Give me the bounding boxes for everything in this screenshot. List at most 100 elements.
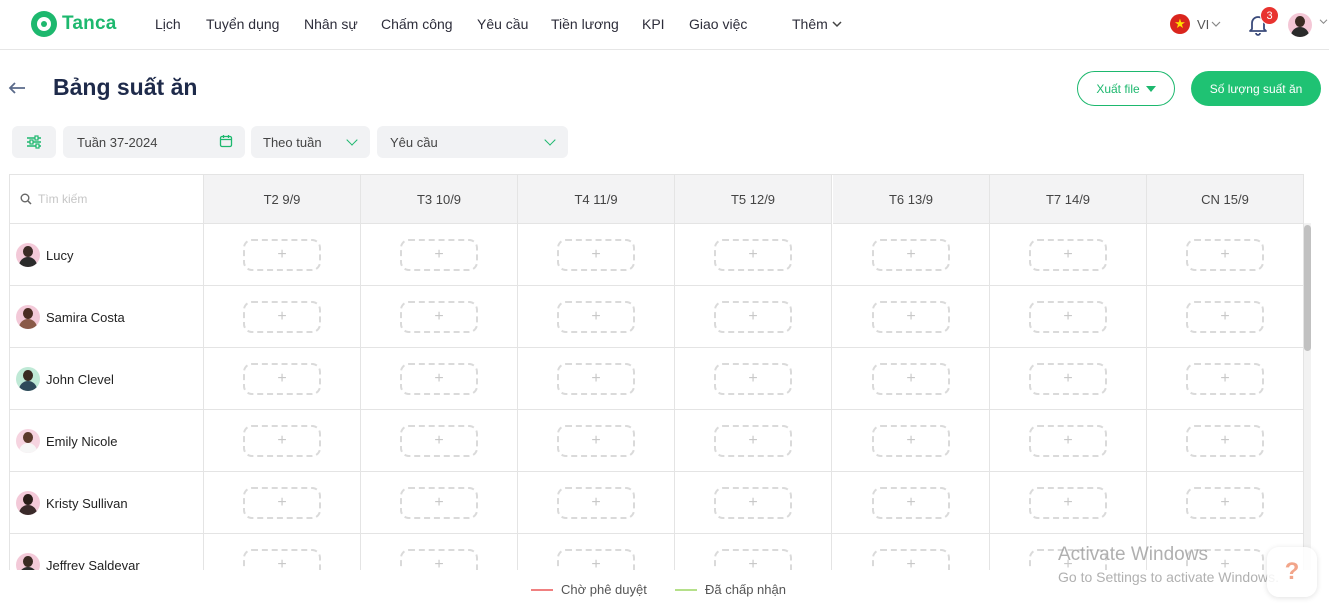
export-file-button[interactable]: Xuất file (1077, 71, 1175, 106)
legend-pending: Chờ phê duyệt (531, 582, 647, 597)
legend-approved-label: Đã chấp nhận (705, 582, 786, 597)
day-header: T6 13/9 (833, 175, 990, 224)
day-cell: + (518, 534, 675, 570)
table-scrollbar-thumb[interactable] (1304, 225, 1311, 351)
day-cell: + (990, 410, 1147, 472)
day-header: T2 9/9 (204, 175, 361, 224)
add-meal-button[interactable]: + (243, 549, 321, 570)
top-navbar: Tanca Lịch Tuyển dụng Nhân sự Chấm công … (0, 0, 1329, 50)
add-meal-button[interactable]: + (400, 425, 478, 457)
table-row: Samira Costa + + + + + + + (10, 286, 1303, 348)
employee-cell[interactable]: Emily Nicole (10, 410, 204, 472)
add-meal-button[interactable]: + (714, 363, 792, 395)
caret-down-icon (1145, 85, 1156, 92)
nav-item-yeu-cau[interactable]: Yêu cầu (477, 0, 528, 48)
add-meal-button[interactable]: + (714, 487, 792, 519)
add-meal-button[interactable]: + (400, 487, 478, 519)
meal-count-button[interactable]: Số lượng suất ăn (1191, 71, 1321, 106)
add-meal-button[interactable]: + (872, 425, 950, 457)
nav-item-tien-luong[interactable]: Tiền lương (551, 0, 619, 48)
chevron-down-icon (832, 21, 842, 28)
employee-cell[interactable]: John Clevel (10, 348, 204, 410)
add-meal-button[interactable]: + (714, 549, 792, 570)
request-type-select[interactable]: Yêu cầu (377, 126, 568, 158)
back-arrow-icon[interactable] (8, 78, 28, 100)
day-cell: + (204, 472, 361, 534)
language-selector[interactable]: ★ VI (1170, 14, 1221, 34)
nav-item-nhan-su[interactable]: Nhân sự (304, 0, 358, 48)
add-meal-button[interactable]: + (714, 239, 792, 271)
day-cell: + (675, 534, 832, 570)
add-meal-button[interactable]: + (557, 239, 635, 271)
add-meal-button[interactable]: + (1186, 301, 1264, 333)
add-meal-button[interactable]: + (1186, 487, 1264, 519)
employee-name: Lucy (46, 247, 74, 263)
chevron-down-icon[interactable] (1319, 18, 1328, 25)
add-meal-button[interactable]: + (1029, 487, 1107, 519)
add-meal-button[interactable]: + (557, 363, 635, 395)
add-meal-button[interactable]: + (400, 549, 478, 570)
employee-cell[interactable]: Samira Costa (10, 286, 204, 348)
vietnam-flag-icon: ★ (1170, 14, 1190, 34)
chevron-down-icon (346, 134, 358, 146)
nav-item-giao-viec[interactable]: Giao việc (689, 0, 747, 48)
day-cell: + (833, 348, 990, 410)
day-header: T5 12/9 (675, 175, 832, 224)
week-picker-value: Tuần 37-2024 (77, 134, 158, 150)
nav-item-kpi[interactable]: KPI (642, 0, 665, 48)
add-meal-button[interactable]: + (243, 363, 321, 395)
add-meal-button[interactable]: + (557, 487, 635, 519)
add-meal-button[interactable]: + (400, 301, 478, 333)
add-meal-button[interactable]: + (1029, 301, 1107, 333)
add-meal-button[interactable]: + (1029, 363, 1107, 395)
add-meal-button[interactable]: + (557, 301, 635, 333)
add-meal-button[interactable]: + (243, 301, 321, 333)
employee-search[interactable] (10, 175, 204, 224)
add-meal-button[interactable]: + (557, 425, 635, 457)
view-mode-select[interactable]: Theo tuần (251, 126, 370, 158)
add-meal-button[interactable]: + (557, 549, 635, 570)
week-picker[interactable]: Tuần 37-2024 (63, 126, 245, 158)
table-row: Emily Nicole + + + + + + + (10, 410, 1303, 472)
language-code: VI (1197, 16, 1210, 32)
day-cell: + (518, 472, 675, 534)
add-meal-button[interactable]: + (872, 301, 950, 333)
nav-item-tuyen-dung[interactable]: Tuyển dụng (206, 0, 279, 48)
add-meal-button[interactable]: + (872, 239, 950, 271)
add-meal-button[interactable]: + (714, 301, 792, 333)
day-cell: + (990, 286, 1147, 348)
add-meal-button[interactable]: + (872, 363, 950, 395)
add-meal-button[interactable]: + (714, 425, 792, 457)
add-meal-button[interactable]: + (872, 549, 950, 570)
employee-cell[interactable]: Kristy Sullivan (10, 472, 204, 534)
day-cell: + (518, 286, 675, 348)
search-input[interactable] (38, 192, 188, 206)
add-meal-button[interactable]: + (243, 239, 321, 271)
day-cell: + (675, 224, 832, 286)
employee-cell[interactable]: Lucy (10, 224, 204, 286)
add-meal-button[interactable]: + (243, 425, 321, 457)
employee-cell[interactable]: Jeffrey Saldevar (10, 534, 204, 570)
add-meal-button[interactable]: + (1186, 239, 1264, 271)
add-meal-button[interactable]: + (243, 487, 321, 519)
day-cell: + (1147, 286, 1303, 348)
help-button[interactable]: ? (1267, 547, 1317, 597)
tanca-logo[interactable]: Tanca (31, 11, 117, 37)
add-meal-button[interactable]: + (400, 239, 478, 271)
day-cell: + (833, 286, 990, 348)
tanca-logo-icon (31, 11, 57, 37)
nav-item-lich[interactable]: Lịch (155, 0, 181, 48)
nav-more-menu[interactable]: Thêm (792, 0, 842, 48)
add-meal-button[interactable]: + (400, 363, 478, 395)
user-avatar[interactable] (1288, 13, 1312, 37)
filter-settings-button[interactable] (12, 126, 56, 158)
nav-more-label: Thêm (792, 16, 828, 32)
add-meal-button[interactable]: + (1029, 425, 1107, 457)
add-meal-button[interactable]: + (1029, 239, 1107, 271)
day-cell: + (1147, 410, 1303, 472)
nav-item-cham-cong[interactable]: Chấm công (381, 0, 453, 48)
day-cell: + (990, 348, 1147, 410)
add-meal-button[interactable]: + (1186, 425, 1264, 457)
add-meal-button[interactable]: + (872, 487, 950, 519)
add-meal-button[interactable]: + (1186, 363, 1264, 395)
